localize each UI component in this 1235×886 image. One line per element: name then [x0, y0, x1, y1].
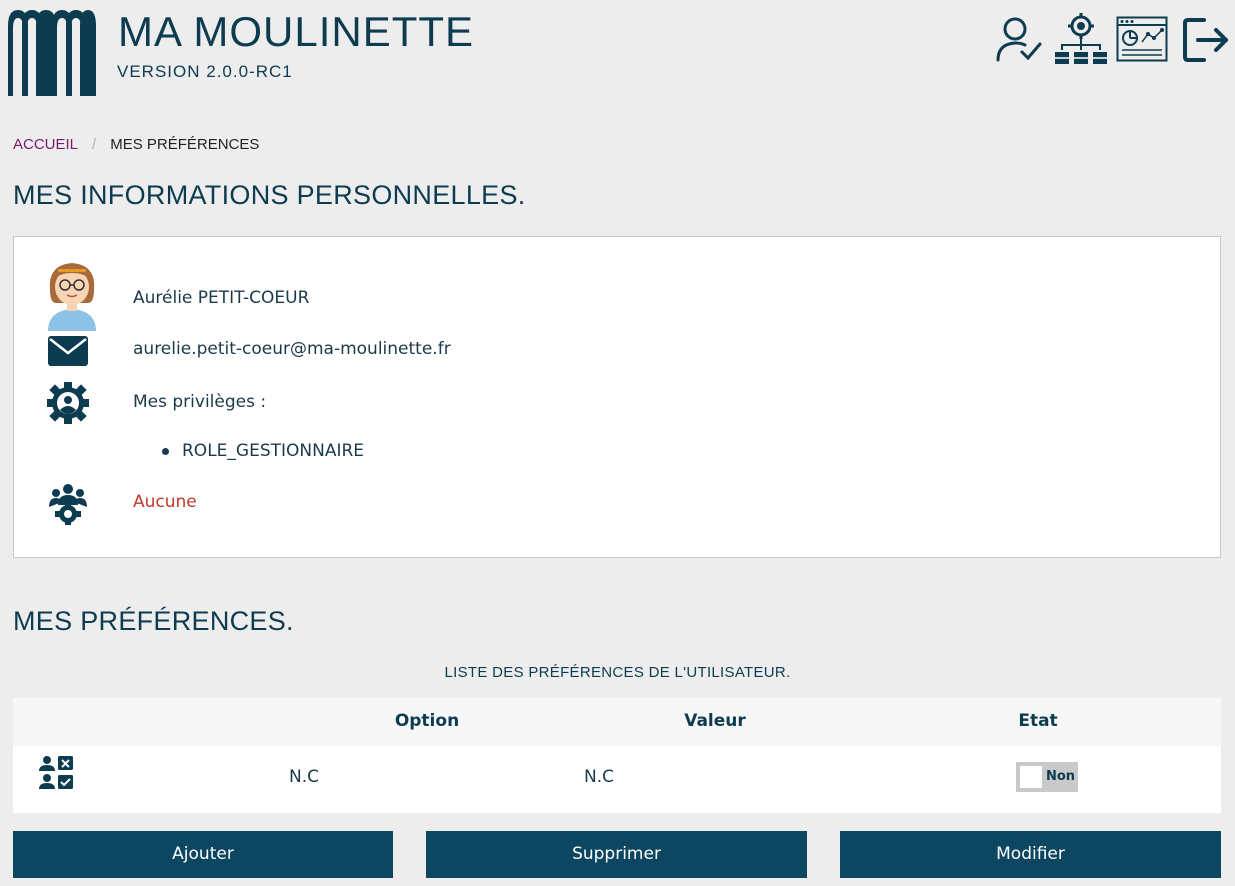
org-settings-icon[interactable] [1054, 12, 1108, 68]
team-gear-icon [49, 484, 87, 525]
value-cell: N.C [584, 767, 614, 787]
column-header-icon [13, 698, 103, 746]
breadcrumb-current: MES PRÉFÉRENCES [110, 136, 260, 153]
column-header-state: Etat [1018, 711, 1058, 731]
user-checklist-icon [39, 756, 73, 789]
state-toggle[interactable]: Non [1016, 762, 1078, 792]
user-check-icon[interactable] [994, 14, 1044, 64]
envelope-icon [48, 336, 88, 366]
personal-info-card: Aurélie PETIT-COEUR aurelie.petit-coeur@… [13, 236, 1221, 558]
option-cell: N.C [289, 767, 319, 787]
teams-value: Aucune [133, 492, 197, 512]
column-header-option: Option [394, 711, 460, 731]
logout-icon[interactable] [1182, 16, 1230, 64]
personal-info-title: MES INFORMATIONS PERSONNELLES. [13, 180, 526, 210]
edit-button[interactable]: Modifier [840, 831, 1221, 878]
privileges-list: ROLE_GESTIONNAIRE [162, 441, 364, 461]
avatar [48, 263, 96, 331]
breadcrumb-home-link[interactable]: ACCUEIL [13, 136, 78, 153]
table-header: Option Valeur Etat [13, 698, 1221, 746]
column-header-value: Valeur [684, 711, 746, 731]
user-gear-icon [47, 382, 89, 424]
app-title: MA MOULINETTE [118, 8, 475, 55]
dashboard-icon[interactable] [1116, 16, 1168, 62]
app-logo [8, 10, 96, 96]
preferences-title: MES PRÉFÉRENCES. [13, 606, 294, 636]
privilege-item: ROLE_GESTIONNAIRE [182, 441, 365, 461]
breadcrumb: ACCUEIL / MES PRÉFÉRENCES [13, 136, 259, 153]
preferences-table: Option Valeur Etat N.C N.C Non [13, 698, 1221, 813]
delete-button[interactable]: Supprimer [426, 831, 807, 878]
privileges-label: Mes privilèges : [133, 392, 267, 412]
add-button[interactable]: Ajouter [13, 831, 393, 878]
breadcrumb-separator: / [92, 136, 97, 153]
toggle-label: Non [1046, 769, 1076, 784]
preferences-table-caption: LISTE DES PRÉFÉRENCES DE L'UTILISATEUR. [444, 664, 791, 681]
user-email: aurelie.petit-coeur@ma-moulinette.fr [133, 339, 451, 359]
app-version: VERSION 2.0.0-RC1 [117, 62, 293, 81]
bullet-icon [162, 447, 169, 455]
user-name: Aurélie PETIT-COEUR [133, 288, 310, 308]
toggle-knob [1020, 766, 1042, 788]
app-header: MA MOULINETTE VERSION 2.0.0-RC1 [0, 0, 1235, 100]
table-row[interactable]: N.C N.C Non [13, 746, 1221, 813]
